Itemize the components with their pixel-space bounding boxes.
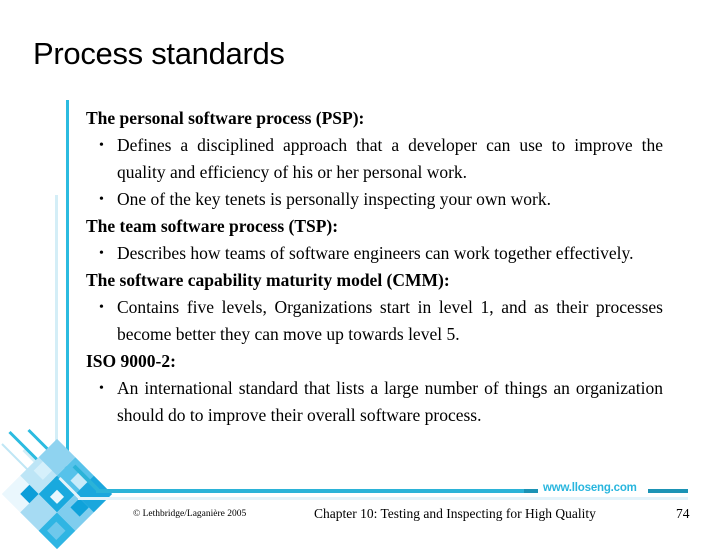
copyright-label: © Lethbridge/Laganière 2005 [133,509,247,519]
bullet-item: Contains five levels, Organizations star… [86,294,663,348]
slide-body: The personal software process (PSP): Defi… [86,105,663,429]
bullet-list: An international standard that lists a l… [86,375,663,429]
bullet-item: An international standard that lists a l… [86,375,663,429]
bullet-list: Describes how teams of software engineer… [86,240,663,267]
page-title: Process standards [33,36,285,71]
section-heading: ISO 9000-2: [86,351,176,371]
bullet-item: One of the key tenets is personally insp… [86,186,663,213]
page-number: 74 [676,506,690,521]
bullet-list: Contains five levels, Organizations star… [86,294,663,348]
accent-rail-secondary [55,195,58,473]
footer-rule-light [78,497,688,500]
section-heading: The software capability maturity model (… [86,270,450,290]
footer-rule-dash-left [524,489,538,493]
section-heading: The personal software process (PSP): [86,108,365,128]
footer-rule-main [96,489,528,493]
chapter-label: Chapter 10: Testing and Inspecting for H… [314,506,596,521]
site-url-label: www.lloseng.com [543,482,637,494]
bullet-item: Defines a disciplined approach that a de… [86,132,663,186]
footer-rule-dash-right [648,489,688,493]
section-heading: The team software process (TSP): [86,216,339,236]
accent-rail-primary [66,100,69,462]
mosaic-diamond-logo [1,438,113,549]
bullet-list: Defines a disciplined approach that a de… [86,132,663,213]
bullet-item: Describes how teams of software engineer… [86,240,663,267]
